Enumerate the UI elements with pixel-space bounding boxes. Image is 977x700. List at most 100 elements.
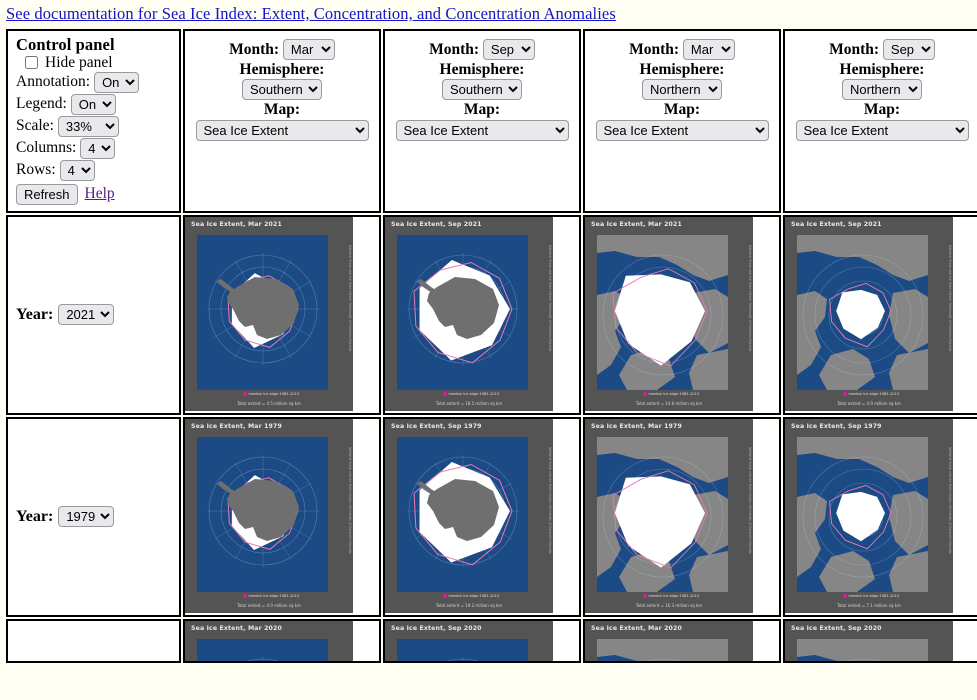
sea-ice-map-figure[interactable]: Sea Ice Extent, Mar 1979 National Snow an…: [585, 418, 753, 613]
map-select-3[interactable]: Sea Ice ExtentSea Ice ConcentrationConce…: [595, 119, 769, 141]
map-cell: Sea Ice Extent, Mar 2020: [583, 618, 781, 663]
map-caption: Total extent = 19.2 million sq km: [435, 602, 503, 608]
map-caption: Total extent = 14.6 million sq km: [635, 400, 703, 406]
annotation-row: Annotation: OnOff: [16, 71, 171, 93]
control-panel-cell: Control panel Hide panel Annotation: OnO…: [6, 29, 181, 213]
map-credit-text: National Snow and Ice Data Center, Unive…: [948, 446, 952, 554]
column-config-4: Month: JanFebMarAprMayJunJulAugSepOctNov…: [785, 31, 977, 146]
median-ice-edge-dot-icon: [243, 392, 247, 396]
header-row: Control panel Hide panel Annotation: OnO…: [6, 29, 977, 213]
rows-select[interactable]: 123456: [59, 159, 95, 181]
map-caption: Total extent = 18.5 million sq km: [435, 400, 503, 406]
map-canvas: [597, 638, 728, 661]
map-legend-label: median ice edge 1981-2010: [448, 391, 500, 396]
year-label: Year:: [16, 305, 54, 323]
documentation-link[interactable]: See documentation for Sea Ice Index: Ext…: [6, 4, 616, 23]
map-legend: median ice edge 1981-2010: [443, 594, 499, 598]
hemisphere-label-3: Hemisphere:: [639, 61, 725, 78]
month-select-4[interactable]: JanFebMarAprMayJunJulAugSepOctNovDec: [882, 39, 935, 60]
month-select-2[interactable]: JanFebMarAprMayJunJulAugSepOctNovDec: [482, 39, 535, 60]
map-canvas: [397, 436, 528, 592]
sea-ice-map-figure[interactable]: Sea Ice Extent, Sep 2021 National Snow an…: [785, 216, 953, 411]
legend-select[interactable]: OnOff: [70, 93, 116, 115]
control-panel: Control panel Hide panel Annotation: OnO…: [8, 31, 179, 211]
month-label-2: Month:: [429, 41, 480, 58]
year-select[interactable]: 2021202020191979: [58, 304, 115, 326]
month-select-3[interactable]: JanFebMarAprMayJunJulAugSepOctNovDec: [682, 39, 735, 60]
table-row: Year:2021202020191979Sea Ice Extent, Mar…: [6, 416, 977, 617]
control-panel-actions: Refresh Help: [16, 183, 171, 205]
map-legend-label: median ice edge 1981-2010: [648, 391, 700, 396]
map-legend: median ice edge 1981-2010: [643, 392, 699, 396]
map-caption: Total extent = 16.3 million sq km: [635, 602, 703, 608]
help-link[interactable]: Help: [85, 186, 115, 202]
hemisphere-select-2[interactable]: NorthernSouthern: [442, 79, 522, 101]
hide-panel-checkbox[interactable]: [25, 56, 38, 70]
map-select-2[interactable]: Sea Ice ExtentSea Ice ConcentrationConce…: [395, 119, 569, 141]
median-ice-edge-dot-icon: [243, 594, 247, 598]
map-caption: Total extent = 7.1 million sq km: [837, 602, 901, 608]
legend-row: Legend: OnOff: [16, 93, 171, 115]
control-panel-title: Control panel: [16, 35, 115, 54]
scale-label: Scale:: [16, 117, 54, 135]
map-title: Sea Ice Extent, Sep 1979: [791, 422, 882, 430]
map-cell: Sea Ice Extent, Mar 1979 National Snow an…: [583, 416, 781, 617]
map-title: Sea Ice Extent, Mar 2021: [191, 220, 282, 228]
rows-label: Rows:: [16, 161, 56, 179]
map-caption: Total extent = 4.0 million sq km: [237, 602, 301, 608]
map-title: Sea Ice Extent, Sep 2020: [791, 624, 882, 632]
sea-ice-map-figure[interactable]: Sea Ice Extent, Sep 2021 National Snow an…: [385, 216, 553, 411]
sea-ice-map-figure[interactable]: Sea Ice Extent, Mar 2021 National Snow an…: [585, 216, 753, 411]
hemisphere-label-1: Hemisphere:: [239, 61, 325, 78]
hide-panel-row: Hide panel: [16, 55, 171, 71]
column-header-cell-1: Month: JanFebMarAprMayJunJulAugSepOctNov…: [183, 29, 381, 213]
map-credit-text: National Snow and Ice Data Center, Unive…: [748, 244, 752, 352]
columns-select[interactable]: 123456: [80, 137, 116, 159]
map-cell: Sea Ice Extent, Sep 2020: [383, 618, 581, 663]
sea-ice-map-figure[interactable]: Sea Ice Extent, Sep 1979 National Snow an…: [785, 418, 953, 613]
sea-ice-map-figure[interactable]: Sea Ice Extent, Sep 1979 National Snow an…: [385, 418, 553, 613]
median-ice-edge-dot-icon: [443, 594, 447, 598]
month-label-4: Month:: [829, 41, 880, 58]
table-row: Sea Ice Extent, Mar 2020 Sea Ice Extent, …: [6, 618, 977, 663]
map-select-1[interactable]: Sea Ice ExtentSea Ice ConcentrationConce…: [195, 119, 369, 141]
map-cell: Sea Ice Extent, Sep 1979 National Snow an…: [783, 416, 977, 617]
map-canvas: [197, 638, 328, 661]
sea-ice-map-figure[interactable]: Sea Ice Extent, Mar 2020: [585, 620, 753, 661]
documentation-link-bar: See documentation for Sea Ice Index: Ext…: [0, 0, 977, 27]
annotation-select[interactable]: OnOff: [94, 71, 140, 93]
refresh-button[interactable]: Refresh: [16, 183, 78, 205]
map-legend: median ice edge 1981-2010: [243, 392, 299, 396]
map-cell: Sea Ice Extent, Mar 2021 National Snow an…: [183, 214, 381, 415]
map-cell: Sea Ice Extent, Mar 1979 National Snow an…: [183, 416, 381, 617]
sea-ice-map-figure[interactable]: Sea Ice Extent, Sep 2020: [785, 620, 953, 661]
map-legend-label: median ice edge 1981-2010: [248, 593, 300, 598]
table-row: Year:2021202020191979 Sea Ice Extent, Mar…: [6, 214, 977, 415]
median-ice-edge-dot-icon: [843, 392, 847, 396]
year-select[interactable]: 2021202020191979: [58, 506, 115, 528]
median-ice-edge-dot-icon: [843, 594, 847, 598]
sea-ice-map-figure[interactable]: Sea Ice Extent, Sep 2020: [385, 620, 553, 661]
map-select-4[interactable]: Sea Ice ExtentSea Ice ConcentrationConce…: [795, 119, 969, 141]
columns-label: Columns:: [16, 139, 77, 157]
hemisphere-select-1[interactable]: NorthernSouthern: [242, 79, 322, 101]
map-cell: Sea Ice Extent, Mar 2021 National Snow an…: [583, 214, 781, 415]
year-cell: Year:2021202020191979: [6, 416, 181, 617]
month-label-1: Month:: [229, 41, 280, 58]
map-legend-label: median ice edge 1981-2010: [248, 391, 300, 396]
month-select-1[interactable]: JanFebMarAprMayJunJulAugSepOctNovDec: [282, 39, 335, 60]
rows-row: Rows: 123456: [16, 159, 171, 181]
scale-select[interactable]: 25%33%50%75%100%: [57, 115, 119, 137]
map-caption: Total extent = 4.9 million sq km: [837, 400, 901, 406]
map-title: Sea Ice Extent, Sep 2020: [391, 624, 482, 632]
map-title: Sea Ice Extent, Mar 1979: [191, 422, 282, 430]
sea-ice-map-figure[interactable]: Sea Ice Extent, Mar 1979 National Snow an…: [185, 418, 353, 613]
hide-panel-label: Hide panel: [45, 53, 113, 71]
map-title: Sea Ice Extent, Sep 2021: [791, 220, 882, 228]
columns-row: Columns: 123456: [16, 137, 171, 159]
sea-ice-map-figure[interactable]: Sea Ice Extent, Mar 2021 National Snow an…: [185, 216, 353, 411]
map-credit-text: National Snow and Ice Data Center, Unive…: [948, 244, 952, 352]
sea-ice-map-figure[interactable]: Sea Ice Extent, Mar 2020: [185, 620, 353, 661]
hemisphere-select-4[interactable]: NorthernSouthern: [842, 79, 922, 101]
hemisphere-select-3[interactable]: NorthernSouthern: [642, 79, 722, 101]
